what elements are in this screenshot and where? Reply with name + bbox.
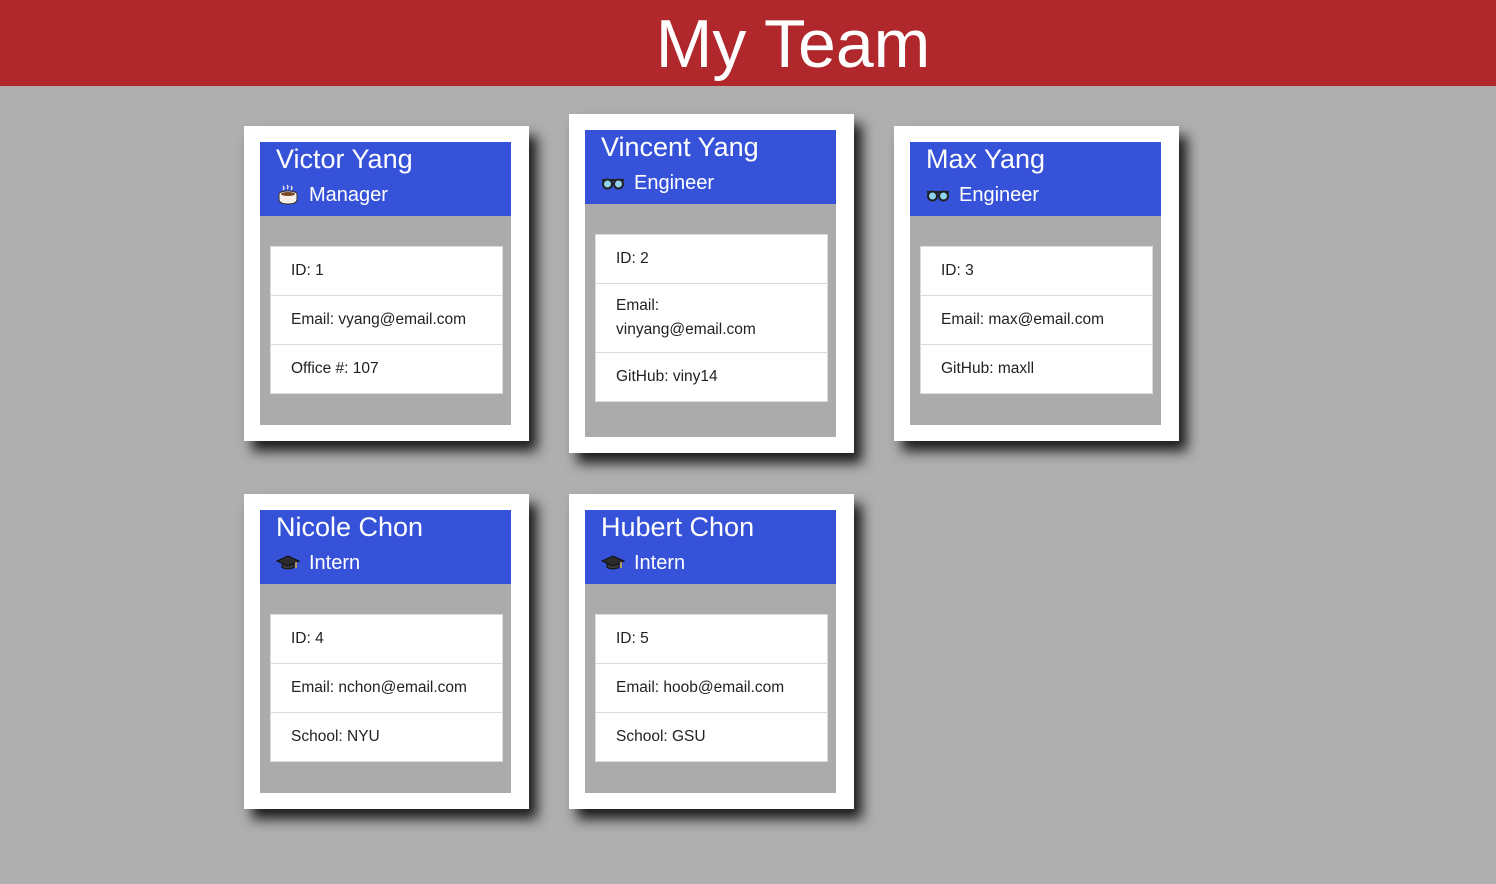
employee-email[interactable]: Email: vyang@email.com [271,296,502,345]
employee-name: Victor Yang [276,144,413,174]
employee-role: Intern [276,550,360,576]
glasses-icon [601,172,625,194]
employee-github[interactable]: GitHub: viny14 [596,353,827,401]
employee-card: Victor Yang Manager ID: 1 Email: vyang@e… [244,126,529,441]
glasses-icon [926,184,950,206]
info-list: ID: 1 Email: vyang@email.com Office #: 1… [270,246,503,394]
graduation-cap-icon [276,552,300,574]
card-body: Nicole Chon Intern ID: 4 Email: nchon@em… [260,510,511,793]
role-label: Intern [634,552,686,574]
card-header: Max Yang Engineer [910,142,1161,216]
employee-id: ID: 5 [596,615,827,664]
employee-name: Hubert Chon [601,512,755,542]
coffee-icon [276,184,300,206]
employee-id: ID: 1 [271,247,502,296]
card-header: Nicole Chon Intern [260,510,511,584]
employee-id: ID: 3 [921,247,1152,296]
info-list: ID: 5 Email: hoob@email.com School: GSU [595,614,828,762]
card-header: Hubert Chon Intern [585,510,836,584]
info-list: ID: 4 Email: nchon@email.com School: NYU [270,614,503,762]
card-body: Vincent Yang Engineer ID: 2 Email: vinya… [585,130,836,437]
employee-name: Vincent Yang [601,132,759,162]
employee-id: ID: 2 [596,235,827,284]
employee-name: Max Yang [926,144,1046,174]
email-value[interactable]: vinyang@email.com [616,321,756,338]
info-list: ID: 3 Email: max@email.com GitHub: maxll [920,246,1153,394]
employee-role: Intern [601,550,685,576]
page-title: My Team [655,6,931,82]
card-header: Vincent Yang Engineer [585,130,836,204]
employee-card: Nicole Chon Intern ID: 4 Email: nchon@em… [244,494,529,809]
card-body: Hubert Chon Intern ID: 5 Email: hoob@ema… [585,510,836,793]
card-body: Max Yang Engineer ID: 3 Email: max@email… [910,142,1161,425]
role-label: Engineer [634,172,715,194]
employee-school: School: NYU [291,728,380,745]
employee-office: Office #: 107 [291,360,379,377]
employee-id: ID: 4 [271,615,502,664]
employee-email[interactable]: Email: vinyang@email.com [596,284,827,353]
role-label: Engineer [959,184,1040,206]
card-body: Victor Yang Manager ID: 1 Email: vyang@e… [260,142,511,425]
employee-email[interactable]: Email: max@email.com [921,296,1152,345]
page-header: My Team [0,0,1496,86]
card-header: Victor Yang Manager [260,142,511,216]
employee-card: Vincent Yang Engineer ID: 2 Email: vinya… [569,114,854,453]
employee-github[interactable]: GitHub: maxll [921,345,1152,393]
employee-card: Hubert Chon Intern ID: 5 Email: hoob@ema… [569,494,854,809]
employee-card: Max Yang Engineer ID: 3 Email: max@email… [894,126,1179,441]
employee-role: Engineer [601,170,714,196]
employee-email[interactable]: Email: hoob@email.com [596,664,827,713]
employee-school: School: GSU [616,728,706,745]
graduation-cap-icon [601,552,625,574]
info-list: ID: 2 Email: vinyang@email.com GitHub: v… [595,234,828,402]
employee-name: Nicole Chon [276,512,424,542]
email-label: Email: [616,297,660,314]
employee-role: Manager [276,182,388,208]
employee-email[interactable]: Email: nchon@email.com [271,664,502,713]
role-label: Manager [309,184,388,206]
role-label: Intern [309,552,361,574]
employee-role: Engineer [926,182,1039,208]
